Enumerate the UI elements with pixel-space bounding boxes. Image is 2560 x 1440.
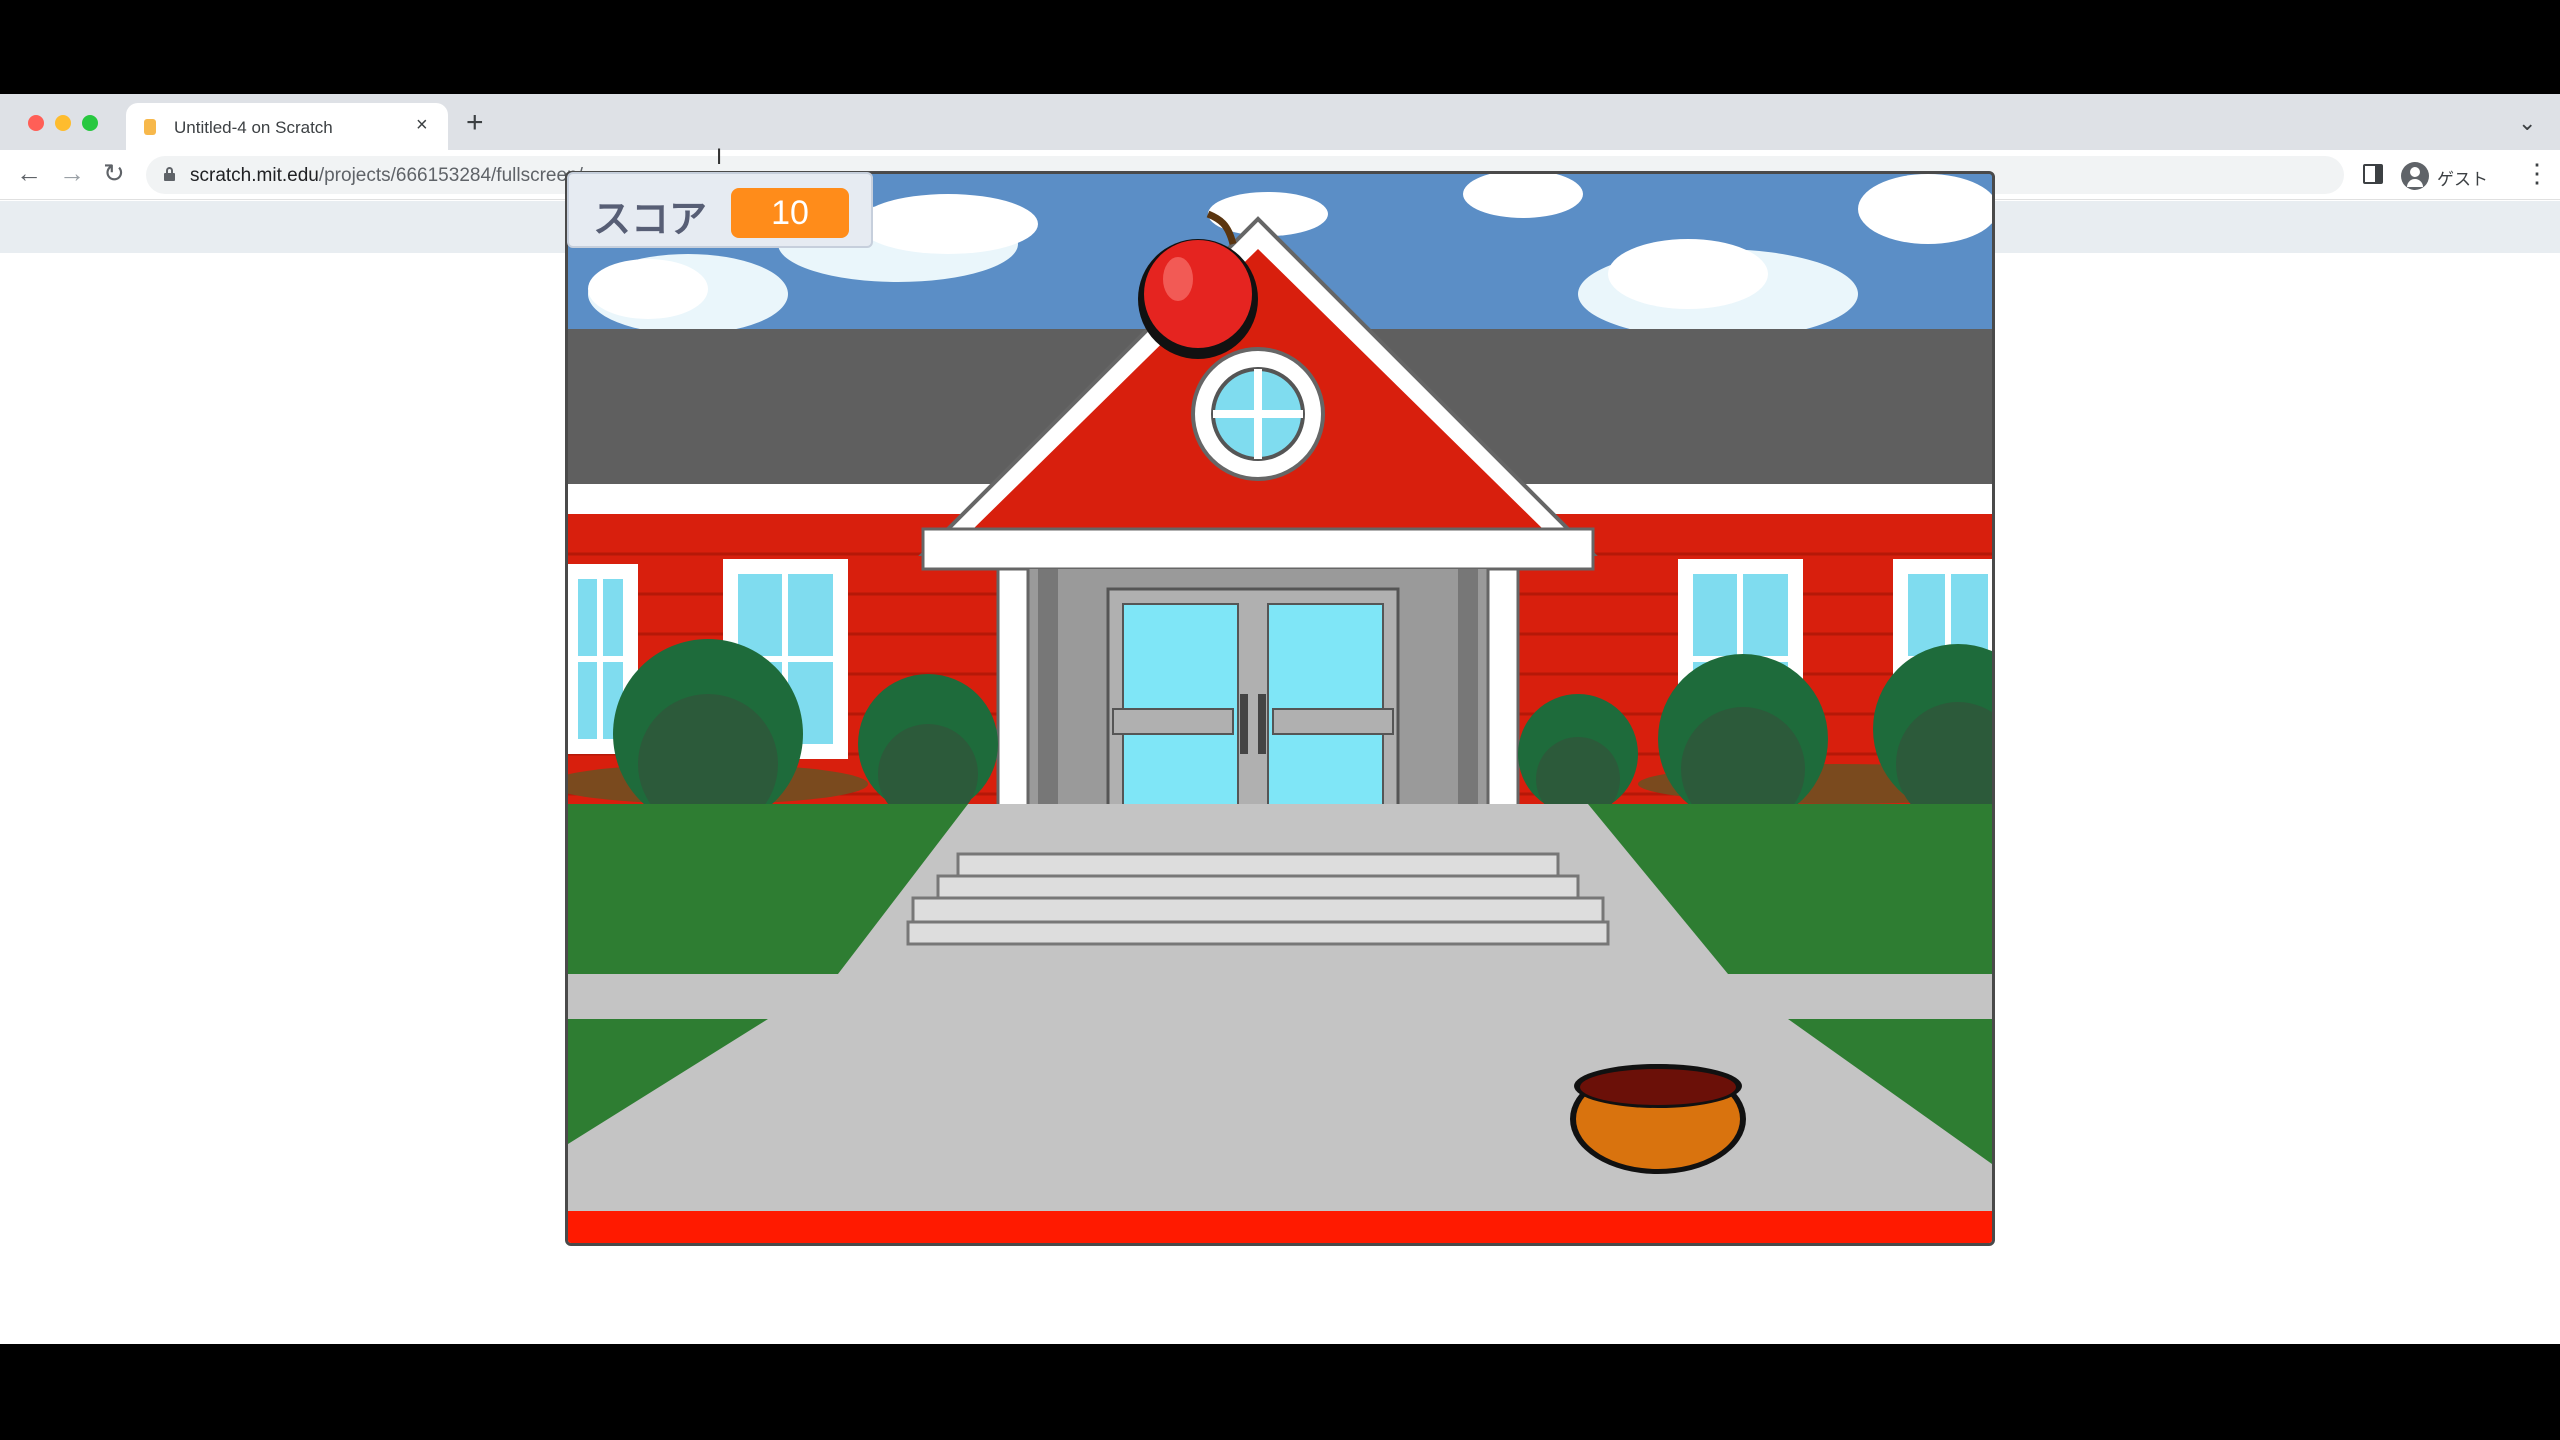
score-label: スコア — [593, 199, 708, 241]
guest-avatar-icon — [2401, 162, 2429, 190]
forward-button[interactable]: → — [59, 158, 85, 188]
zoom-window-icon[interactable] — [82, 115, 98, 131]
score-value: 10 — [731, 188, 849, 238]
new-tab-button[interactable]: + — [466, 108, 484, 138]
tab-close-icon[interactable]: × — [416, 113, 428, 137]
text-cursor-icon: I — [716, 144, 723, 169]
tab-search-chevron-icon[interactable]: ⌄ — [2518, 110, 2536, 136]
tab-bar: Untitled-4 on Scratch × + ⌄ — [0, 94, 2560, 150]
url-host: scratch.mit.edu — [190, 165, 319, 186]
front-steps — [906, 852, 1610, 946]
scratch-stage[interactable] — [565, 171, 1995, 1246]
profile-button[interactable]: ゲスト — [2395, 156, 2505, 194]
portico-beam — [921, 527, 1595, 571]
floor-line — [568, 1211, 1992, 1243]
letterbox-bottom — [0, 1344, 2560, 1440]
stage-backdrop — [568, 174, 1992, 1243]
back-button[interactable]: ← — [16, 158, 42, 188]
url-path: /projects/666153284/fullscreen/ — [318, 165, 583, 186]
scratch-favicon-icon — [144, 119, 156, 135]
lock-icon[interactable] — [164, 167, 175, 181]
letterbox-top — [0, 0, 2560, 94]
side-panel-icon[interactable] — [2363, 164, 2383, 184]
browser-tab[interactable]: Untitled-4 on Scratch × — [126, 103, 448, 150]
close-window-icon[interactable] — [28, 115, 44, 131]
basket-sprite[interactable] — [1570, 1064, 1746, 1174]
profile-label: ゲスト — [2437, 170, 2488, 189]
browser-menu-icon[interactable]: ⋮ — [2524, 158, 2550, 188]
minimize-window-icon[interactable] — [55, 115, 71, 131]
reload-button[interactable]: ↻ — [103, 158, 125, 188]
url-text: scratch.mit.edu/projects/666153284/fulls… — [190, 165, 583, 187]
tab-title: Untitled-4 on Scratch — [174, 118, 333, 137]
score-variable-monitor[interactable]: スコア 10 — [567, 172, 873, 248]
